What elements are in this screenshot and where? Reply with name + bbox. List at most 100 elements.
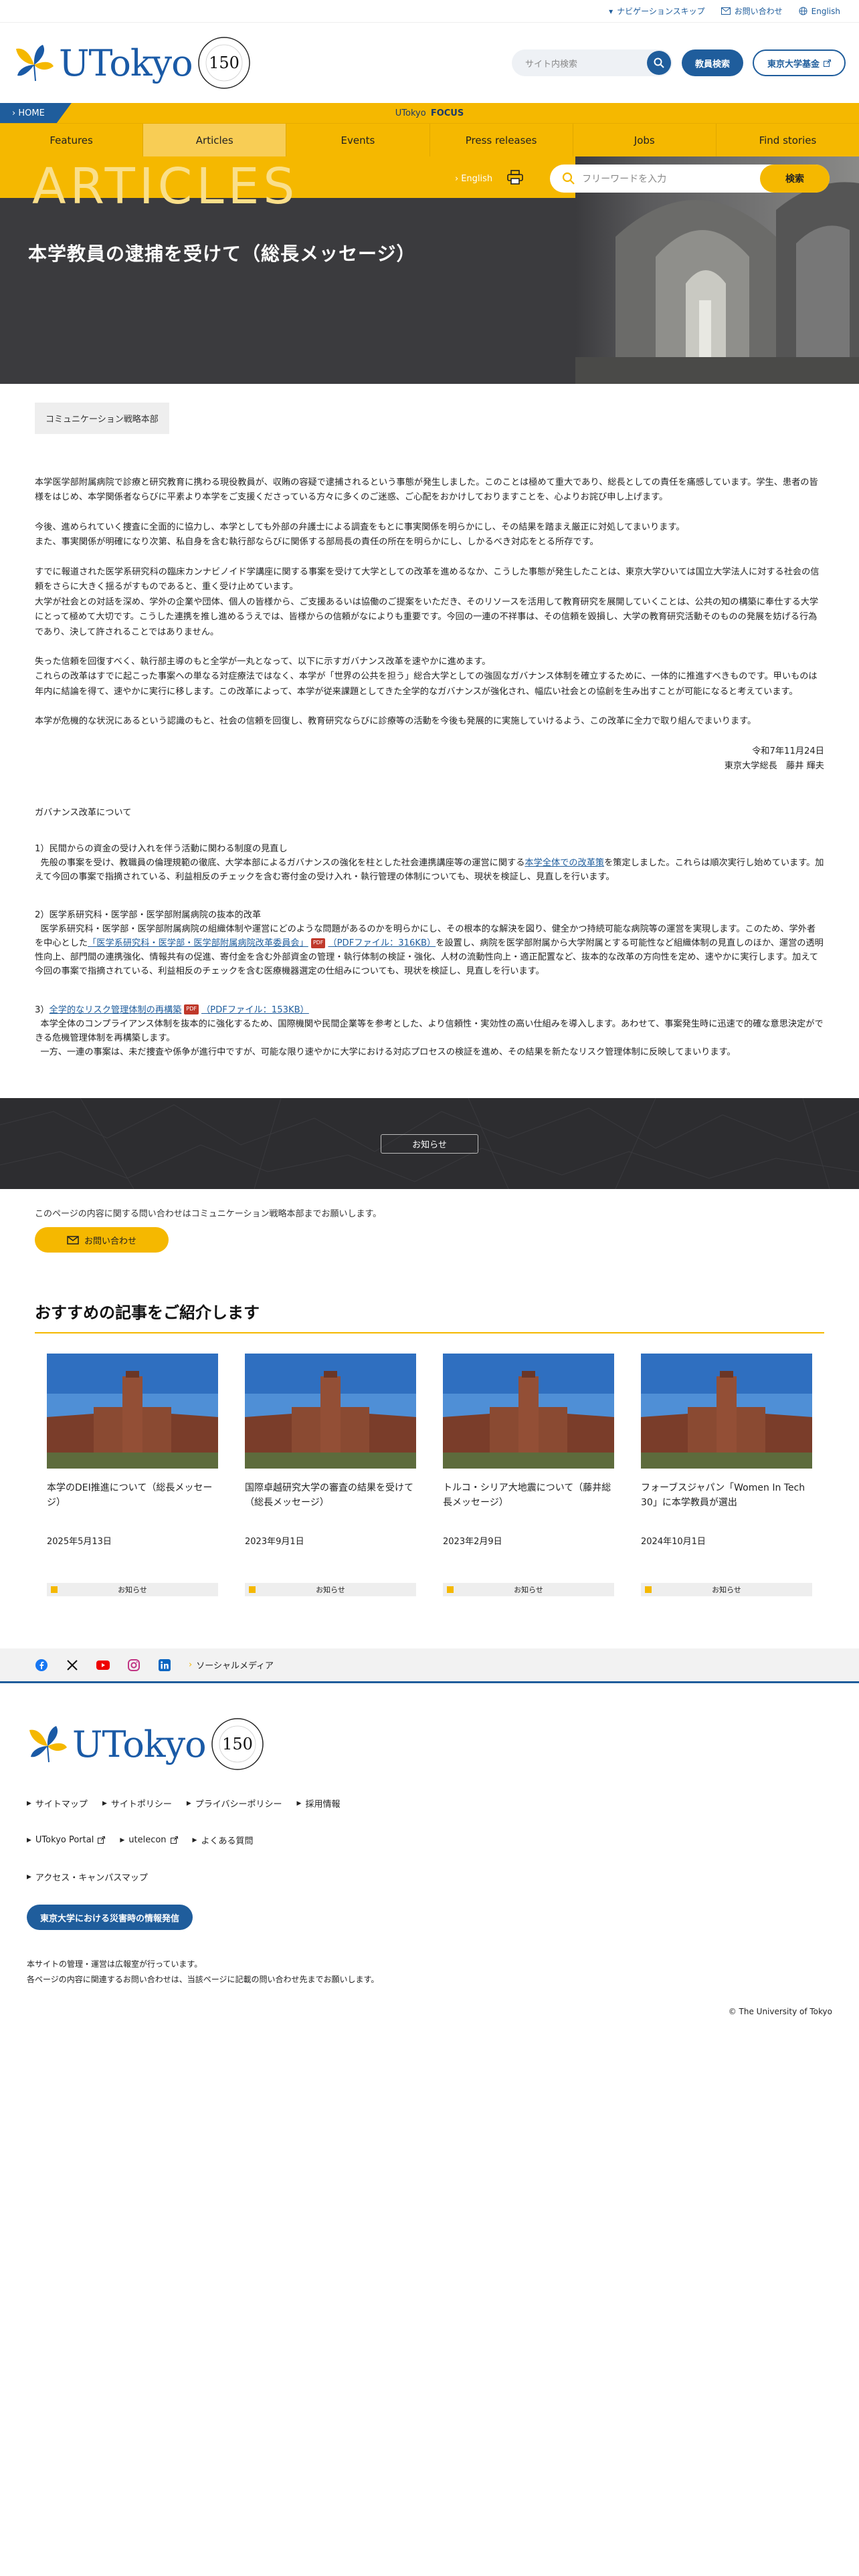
- reform-plan-link[interactable]: 本学全体での改革策: [524, 858, 604, 868]
- footer-link-faq[interactable]: ▶ よくある質問: [193, 1834, 254, 1846]
- ginkgo-logo-icon: [29, 1726, 67, 1763]
- print-icon: [507, 170, 523, 185]
- recommend-card[interactable]: トルコ・シリア大地震について（藤井総長メッセージ） 2023年2月9日 お知らせ: [443, 1354, 614, 1597]
- svg-text:150: 150: [222, 1735, 253, 1753]
- footer-link-portal[interactable]: ▶ UTokyo Portal: [27, 1834, 106, 1846]
- risk-management-pdf-size[interactable]: （PDFファイル：153KB）: [201, 1005, 309, 1015]
- social-media-link[interactable]: › ソーシャルメディア: [189, 1658, 274, 1671]
- article-body: コミュニケーション戦略本部 本学医学部附属病院で診療と研究教育に携わる現役教員が…: [0, 384, 859, 1059]
- contact-button[interactable]: お問い合わせ: [35, 1227, 169, 1253]
- hero-tools: › English フリーワードを入力 検索: [455, 165, 830, 193]
- yasuda-auditorium-photo: [47, 1354, 218, 1469]
- category-link[interactable]: お知らせ: [381, 1134, 478, 1154]
- external-link-icon: [170, 1836, 178, 1844]
- chevron-right-icon: ›: [455, 173, 459, 184]
- contact-link[interactable]: お問い合わせ: [721, 5, 783, 17]
- nav-articles[interactable]: Articles: [143, 124, 287, 156]
- copyright: © The University of Tokyo: [728, 2007, 832, 2017]
- signature: 東京大学総長 藤井 輝夫: [724, 761, 824, 772]
- site-search-button[interactable]: [646, 51, 671, 75]
- yasuda-auditorium-photo: [641, 1354, 812, 1469]
- chevron-right-icon: ▶: [27, 1836, 31, 1844]
- footer-link-site-policy[interactable]: ▶ サイトポリシー: [102, 1797, 172, 1810]
- hero: ARTICLES › English フリーワードを入力 検索 本学教員の逮捕を…: [0, 156, 859, 384]
- reform-committee-pdf-size[interactable]: （PDFファイル：316KB）: [328, 938, 436, 948]
- paragraph: 本学医学部附属病院で診療と研究教育に携わる現役教員が、収賄の容疑で逮捕されるとい…: [35, 477, 818, 503]
- english-link[interactable]: English: [799, 7, 840, 16]
- home-link[interactable]: › HOME: [0, 103, 72, 123]
- governance-heading: ガバナンス改革について: [35, 807, 132, 818]
- recommend-card[interactable]: 本学のDEI推進について（総長メッセージ） 2025年5月13日 お知らせ: [47, 1354, 218, 1597]
- hero-search-button[interactable]: 検索: [760, 165, 830, 193]
- footer-logo[interactable]: UTokyo 150: [27, 1717, 832, 1772]
- category-marker-icon: [645, 1586, 652, 1594]
- contact-text: このページの内容に関する問い合わせはコミュニケーション戦略本部までお願いします。: [35, 1209, 382, 1220]
- external-link-icon: [824, 59, 831, 67]
- page-title: 本学教員の逮捕を受けて（総長メッセージ）: [28, 243, 416, 265]
- recommend-card[interactable]: 国際卓越研究大学の審査の結果を受けて（総長メッセージ） 2023年9月1日 お知…: [245, 1354, 416, 1597]
- chevron-right-icon: ›: [189, 1660, 193, 1671]
- department-tag[interactable]: コミュニケーション戦略本部: [35, 403, 169, 434]
- search-icon: [654, 58, 664, 68]
- nav-find-stories[interactable]: Find stories: [717, 124, 859, 156]
- chevron-right-icon: ▶: [192, 1836, 197, 1844]
- x-icon: [67, 1659, 78, 1671]
- recommend-grid: 本学のDEI推進について（総長メッセージ） 2025年5月13日 お知らせ 国際…: [35, 1354, 824, 1597]
- category-marker-icon: [51, 1586, 58, 1594]
- linkedin-link[interactable]: [158, 1658, 171, 1672]
- signature-block: 令和7年11月24日 東京大学総長 藤井 輝夫: [35, 744, 824, 774]
- chevron-right-icon: ▶: [186, 1800, 191, 1807]
- faculty-search-button[interactable]: 教員検索: [681, 49, 743, 76]
- section-heading: ARTICLES: [32, 158, 299, 215]
- disaster-info-button[interactable]: 東京大学における災害時の情報発信: [27, 1905, 193, 1931]
- pdf-icon: PDF: [310, 938, 326, 948]
- anniversary-150-icon: 150: [197, 37, 250, 89]
- fund-button[interactable]: 東京大学基金: [752, 49, 846, 76]
- governance-item-3: 3）全学的なリスク管理体制の再構築 PDF （PDFファイル：153KB） 本学全体…: [35, 1004, 824, 1057]
- nav-skip-link[interactable]: ▾ ナビゲーションスキップ: [609, 5, 705, 17]
- nav-features[interactable]: Features: [0, 124, 144, 156]
- footer-link-utelecon[interactable]: ▶ utelecon: [120, 1834, 178, 1846]
- youtube-link[interactable]: [96, 1658, 110, 1672]
- governance-item-2: 2）医学系研究科・医学部・医学部附属病院の抜本的改革 医学系研究科・医学部・医学…: [35, 909, 824, 977]
- instagram-link[interactable]: [127, 1658, 140, 1672]
- nav-press-releases[interactable]: Press releases: [430, 124, 573, 156]
- logo-wordmark: UTokyo: [59, 41, 193, 84]
- nav-jobs[interactable]: Jobs: [573, 124, 717, 156]
- site-search-input[interactable]: サイト内検索: [511, 49, 672, 76]
- chevron-right-icon: ▶: [27, 1800, 31, 1807]
- utokyo-logo[interactable]: UTokyo 150: [13, 35, 252, 90]
- pdf-icon: PDF: [184, 1004, 199, 1014]
- nav-events[interactable]: Events: [286, 124, 430, 156]
- footer-links: ▶ サイトマップ ▶ サイトポリシー ▶ プライバシーポリシー ▶ 採用情報 ▶ UTok…: [27, 1797, 495, 1883]
- footer-link-sitemap[interactable]: ▶ サイトマップ: [27, 1797, 88, 1810]
- x-link[interactable]: [66, 1658, 79, 1672]
- chevron-right-icon: ▶: [27, 1873, 31, 1881]
- paragraph: 今後、進められていく捜査に全面的に協力し、本学としても外部の弁護士による調査をも…: [35, 522, 685, 548]
- paragraph: 本学が危機的な状況にあるという認識のもと、社会の信頼を回復し、教育研究ならびに診…: [35, 716, 757, 727]
- print-button[interactable]: [507, 170, 523, 187]
- hero-english-link[interactable]: › English: [455, 174, 492, 184]
- contact-section: このページの内容に関する問い合わせはコミュニケーション戦略本部までお願いします。…: [0, 1189, 859, 1253]
- recommend-section: おすすめの記事をご紹介します 本学のDEI推進について（総長メッセージ） 202…: [0, 1253, 859, 1597]
- recommend-card[interactable]: フォーブスジャパン「Women In Tech 30」に本学教員が選出 2024…: [641, 1354, 812, 1597]
- footer-link-recruit[interactable]: ▶ 採用情報: [297, 1797, 341, 1810]
- footer-link-privacy[interactable]: ▶ プライバシーポリシー: [187, 1797, 282, 1810]
- recommend-title: おすすめの記事をご紹介します: [35, 1299, 824, 1334]
- category-marker-icon: [249, 1586, 256, 1594]
- footer-link-access[interactable]: ▶ アクセス・キャンパスマップ: [27, 1870, 148, 1883]
- anniversary-150-icon: 150: [211, 1718, 264, 1770]
- facebook-link[interactable]: [35, 1658, 48, 1672]
- risk-management-link[interactable]: 全学的なリスク管理体制の再構築: [50, 1005, 182, 1015]
- reform-committee-link[interactable]: 「医学系研究科・医学部・医学部附属病院改革委員会」: [88, 938, 308, 948]
- message-date: 令和7年11月24日: [752, 746, 824, 756]
- governance-item-1: 1）民間からの資金の受け入れを伴う活動に関わる制度の見直し 先般の事案を受け、教…: [35, 843, 824, 882]
- hero-search-input[interactable]: フリーワードを入力 検索: [550, 165, 830, 193]
- category-band: お知らせ: [0, 1098, 859, 1190]
- social-bar: › ソーシャルメディア: [0, 1648, 859, 1684]
- focus-bar: › HOME UTokyo FOCUS: [0, 103, 859, 123]
- paragraph: すでに報道された医学系研究科の臨床カンナビノイド学講座に関する事案を受けて大学と…: [35, 566, 820, 637]
- youtube-icon: [96, 1660, 110, 1670]
- paragraph: 失った信頼を回復すべく、執行部主導のもと全学が一丸となって、以下に示すガバナンス…: [35, 656, 818, 697]
- card-category: お知らせ: [47, 1583, 218, 1597]
